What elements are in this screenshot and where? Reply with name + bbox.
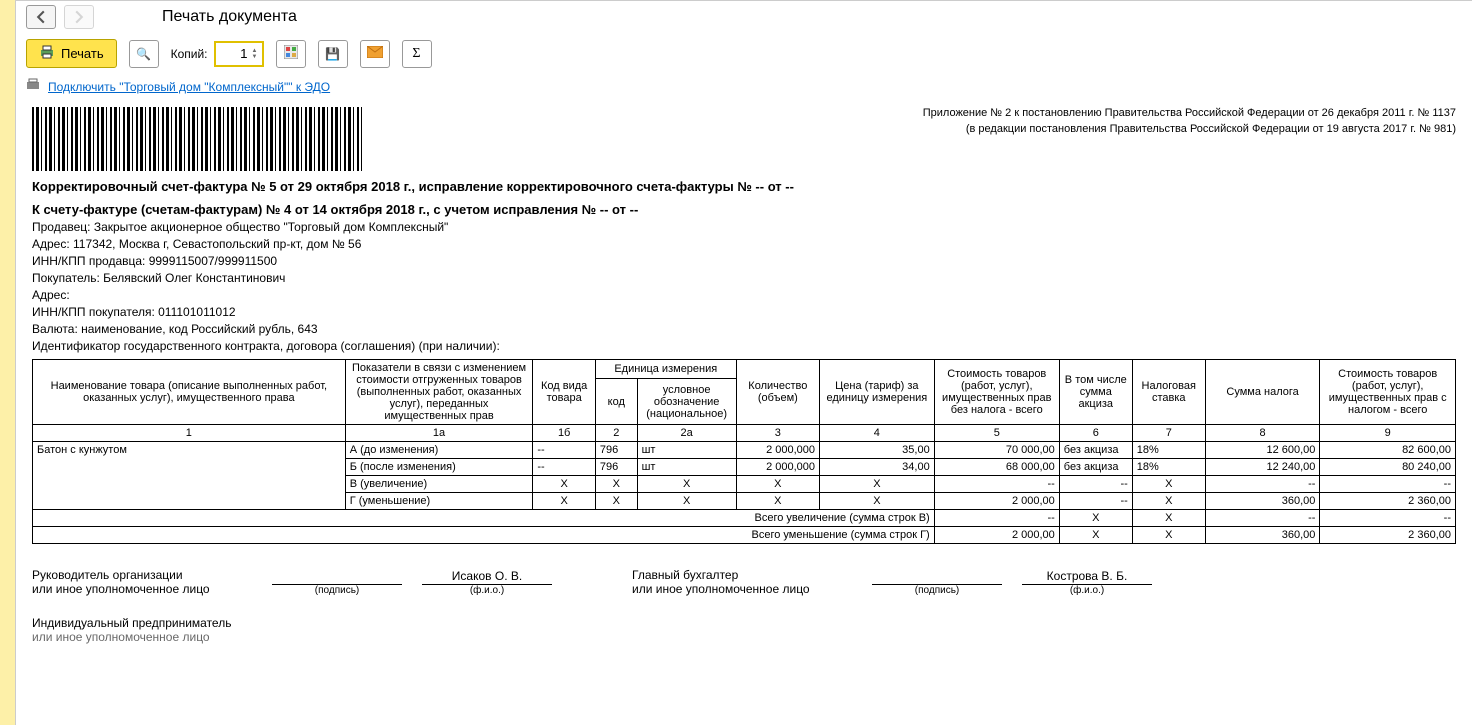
col-unit: Единица измерения xyxy=(595,360,736,379)
sigma-icon: Σ xyxy=(412,46,420,62)
email-button[interactable] xyxy=(360,40,390,68)
sig-acc: Главный бухгалтер или иное уполномоченно… xyxy=(632,568,1152,596)
coln-9: 9 xyxy=(1320,425,1456,442)
sig-head: Руководитель организации или иное уполно… xyxy=(32,568,552,596)
col-cost: Стоимость товаров (работ, услуг), имущес… xyxy=(934,360,1059,425)
coln-2a: 2а xyxy=(637,425,736,442)
contract-id: Идентификатор государственного контракта… xyxy=(32,339,1456,353)
print-button[interactable]: Печать xyxy=(26,39,117,68)
row-total-inc: Всего увеличение (сумма строк В) -- Х Х … xyxy=(33,510,1456,527)
item-name: Батон с кунжутом xyxy=(33,442,346,510)
col-total: Стоимость товаров (работ, услуг), имущес… xyxy=(1320,360,1456,425)
acc-label: Главный бухгалтер xyxy=(632,568,852,582)
print-label: Печать xyxy=(61,46,104,61)
settings-button[interactable] xyxy=(276,40,306,68)
page-title: Печать документа xyxy=(162,8,297,26)
col-tax: Сумма налога xyxy=(1205,360,1320,425)
printer-icon xyxy=(39,45,55,62)
col-unit-name: условное обозначение (национальное) xyxy=(637,379,736,425)
row-a: Батон с кунжутом А (до изменения) -- 796… xyxy=(33,442,1456,459)
coln-3: 3 xyxy=(736,425,819,442)
coln-5: 5 xyxy=(934,425,1059,442)
preview-button[interactable]: 🔍 xyxy=(129,40,159,68)
magnifier-icon: 🔍 xyxy=(136,47,151,61)
head-label: Руководитель организации xyxy=(32,568,252,582)
col-unit-code: код xyxy=(595,379,637,425)
row-total-dec: Всего уменьшение (сумма строк Г) 2 000,0… xyxy=(33,527,1456,544)
col-indicators: Показатели в связи с изменением стоимост… xyxy=(345,360,533,425)
ip-label: Индивидуальный предприниматель xyxy=(32,616,1456,630)
currency: Валюта: наименование, код Российский руб… xyxy=(32,322,1456,336)
copies-label: Копий: xyxy=(171,47,208,61)
head-or: или иное уполномоченное лицо xyxy=(32,582,252,596)
col-code-type: Код вида товара xyxy=(533,360,596,425)
fio-cap: (ф.и.о.) xyxy=(470,585,504,596)
nav-back-button[interactable] xyxy=(26,5,56,29)
edo-link[interactable]: Подключить "Торговый дом "Комплексный"" … xyxy=(48,80,330,94)
seller: Продавец: Закрытое акционерное общество … xyxy=(32,220,1456,234)
buyer: Покупатель: Белявский Олег Константинови… xyxy=(32,271,1456,285)
acc-or: или иное уполномоченное лицо xyxy=(632,582,852,596)
sum-button[interactable]: Σ xyxy=(402,40,432,68)
col-name: Наименование товара (описание выполненны… xyxy=(33,360,346,425)
mail-icon xyxy=(367,46,383,61)
seller-inn: ИНН/КПП продавца: 9999115007/999911500 xyxy=(32,254,1456,268)
floppy-icon: 💾 xyxy=(325,47,340,61)
col-excise: В том числе сумма акциза xyxy=(1059,360,1132,425)
doc-title-1: Корректировочный счет-фактура № 5 от 29 … xyxy=(32,179,1456,194)
save-button[interactable]: 💾 xyxy=(318,40,348,68)
col-rate: Налоговая ставка xyxy=(1132,360,1205,425)
barcode xyxy=(32,107,362,171)
decree-note-2: (в редакции постановления Правительства … xyxy=(923,123,1456,135)
head-name: Исаков О. В. xyxy=(422,569,552,585)
coln-4: 4 xyxy=(820,425,935,442)
buyer-inn: ИНН/КПП покупателя: 011101011012 xyxy=(32,305,1456,319)
coln-2: 2 xyxy=(595,425,637,442)
coln-7: 7 xyxy=(1132,425,1205,442)
buyer-addr: Адрес: xyxy=(32,288,1456,302)
ip-or: или иное уполномоченное лицо xyxy=(32,630,1456,644)
main-table: Наименование товара (описание выполненны… xyxy=(32,359,1456,544)
doc-title-2: К счету-фактуре (счетам-фактурам) № 4 от… xyxy=(32,202,1456,217)
sidebar-stub xyxy=(0,0,16,725)
acc-name: Кострова В. Б. xyxy=(1022,569,1152,585)
copies-spinner[interactable]: ▲▼ xyxy=(252,43,262,65)
coln-1b: 1б xyxy=(533,425,596,442)
seller-addr: Адрес: 117342, Москва г, Севастопольский… xyxy=(32,237,1456,251)
link-printer-icon xyxy=(26,78,40,95)
coln-8: 8 xyxy=(1205,425,1320,442)
table-icon xyxy=(284,45,298,62)
coln-1a: 1а xyxy=(345,425,533,442)
sig-cap: (подпись) xyxy=(315,585,359,596)
col-price: Цена (тариф) за единицу измерения xyxy=(820,360,935,425)
nav-forward-button[interactable] xyxy=(64,5,94,29)
coln-1: 1 xyxy=(33,425,346,442)
decree-note-1: Приложение № 2 к постановлению Правитель… xyxy=(923,107,1456,119)
col-qty: Количество (объем) xyxy=(736,360,819,425)
coln-6: 6 xyxy=(1059,425,1132,442)
